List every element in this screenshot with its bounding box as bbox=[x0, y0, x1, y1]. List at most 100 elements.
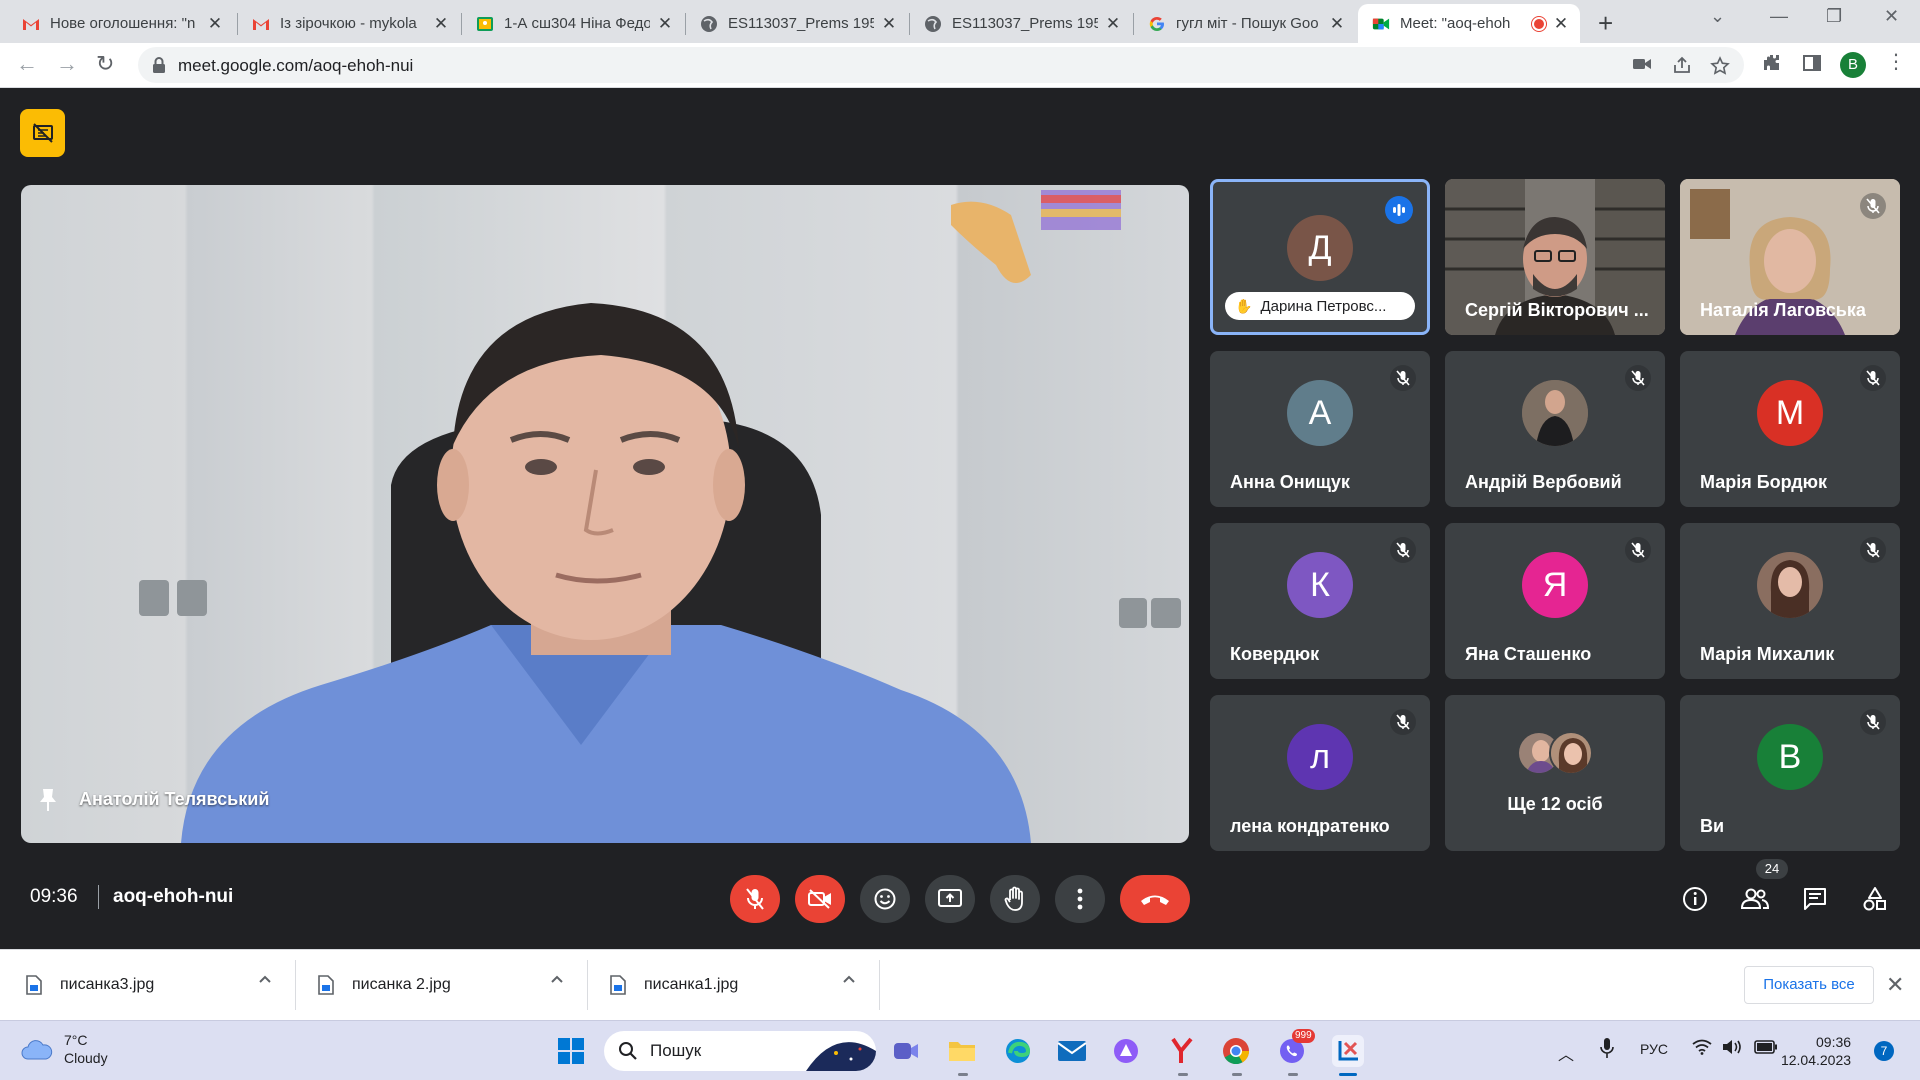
bookmark-star-icon[interactable] bbox=[1710, 56, 1730, 81]
taskbar-viber[interactable]: 999 bbox=[1276, 1029, 1315, 1067]
tab-es113037-2[interactable]: ES113037_Prems 195 ✕ bbox=[910, 4, 1132, 43]
edge-icon bbox=[1006, 1039, 1031, 1063]
download-item[interactable]: писанка1.jpg bbox=[610, 964, 738, 1006]
close-icon[interactable]: ✕ bbox=[206, 14, 224, 34]
present-screen-button[interactable] bbox=[925, 875, 975, 923]
more-participants-tile[interactable]: Ще 12 осіб bbox=[1445, 695, 1665, 851]
profile-avatar[interactable]: B bbox=[1840, 52, 1866, 78]
gmail-icon bbox=[22, 15, 40, 33]
minimize-button[interactable]: — bbox=[1770, 6, 1788, 27]
extensions-icon[interactable] bbox=[1762, 53, 1782, 78]
close-icon[interactable]: ✕ bbox=[656, 14, 674, 34]
volume-icon[interactable] bbox=[1722, 1039, 1744, 1058]
close-downloads-icon[interactable]: ✕ bbox=[1886, 972, 1904, 998]
leave-call-button[interactable] bbox=[1120, 875, 1190, 923]
taskbar-edge[interactable] bbox=[1002, 1035, 1034, 1067]
running-indicator bbox=[958, 1073, 968, 1076]
tab-meet-active[interactable]: Meet: "aoq-ehoh ✕ bbox=[1358, 4, 1580, 43]
close-icon[interactable]: ✕ bbox=[1104, 14, 1122, 34]
show-all-downloads-button[interactable]: Показать все bbox=[1744, 966, 1874, 1004]
address-bar[interactable]: meet.google.com/aoq-ehoh-nui bbox=[138, 47, 1744, 83]
tab-es113037-1[interactable]: ES113037_Prems 195 ✕ bbox=[686, 4, 908, 43]
chat-button[interactable] bbox=[1799, 883, 1831, 915]
close-icon[interactable]: ✕ bbox=[1328, 14, 1346, 34]
meeting-details-button[interactable] bbox=[1679, 883, 1711, 915]
browser-toolbar: ← → ↻ meet.google.com/aoq-ehoh-nui B ⋮ bbox=[0, 43, 1920, 88]
close-icon[interactable]: ✕ bbox=[432, 14, 450, 34]
reactions-button[interactable] bbox=[860, 875, 910, 923]
participant-tile-you[interactable]: B Ви bbox=[1680, 695, 1900, 851]
participant-tile-sergiy[interactable]: Сергій Вікторович ... bbox=[1445, 179, 1665, 335]
activities-button[interactable] bbox=[1859, 883, 1891, 915]
system-clock[interactable]: 09:36 12.04.2023 bbox=[1781, 1033, 1851, 1069]
tab-search-icon[interactable]: ⌄ bbox=[1710, 6, 1725, 27]
participant-tile-koverdyuk[interactable]: К Ковердюк bbox=[1210, 523, 1430, 679]
tab-gmail-new-announcement[interactable]: Нове оголошення: "n ✕ bbox=[8, 4, 234, 43]
input-language[interactable]: РУС bbox=[1640, 1041, 1668, 1057]
taskbar-yandex[interactable] bbox=[1166, 1035, 1198, 1067]
forward-button[interactable]: → bbox=[56, 51, 78, 77]
participant-tile-maria-b[interactable]: М Марія Бордюк bbox=[1680, 351, 1900, 507]
tab-classroom[interactable]: 1-А сш304 Ніна Федо ✕ bbox=[462, 4, 684, 43]
taskbar-chrome[interactable] bbox=[1220, 1035, 1252, 1067]
search-placeholder: Пошук bbox=[650, 1041, 702, 1060]
tab-google-search[interactable]: гугл міт - Пошук Goo ✕ bbox=[1134, 4, 1356, 43]
pin-icon[interactable] bbox=[37, 787, 59, 818]
participant-name: Анна Онищук bbox=[1230, 472, 1350, 492]
reload-button[interactable]: ↻ bbox=[96, 51, 114, 77]
new-tab-button[interactable]: + bbox=[1598, 8, 1613, 39]
mic-off-icon bbox=[746, 888, 764, 910]
tab-gmail-starred[interactable]: Із зірочкою - mykola ✕ bbox=[238, 4, 460, 43]
tray-overflow-icon[interactable]: ︿ bbox=[1558, 1041, 1574, 1065]
divider bbox=[879, 960, 880, 1010]
participant-tile-yana[interactable]: Я Яна Сташенко bbox=[1445, 523, 1665, 679]
taskbar-snipping-tool[interactable] bbox=[1332, 1035, 1364, 1067]
battery-icon[interactable] bbox=[1754, 1040, 1778, 1057]
back-button[interactable]: ← bbox=[16, 51, 38, 77]
close-icon[interactable]: ✕ bbox=[880, 14, 898, 34]
more-vert-icon bbox=[1077, 888, 1083, 910]
taskbar-mail[interactable] bbox=[1056, 1035, 1088, 1067]
close-window-button[interactable]: ✕ bbox=[1884, 6, 1899, 27]
chrome-menu-icon[interactable]: ⋮ bbox=[1886, 49, 1906, 74]
tab-title: Нове оголошення: "n bbox=[50, 15, 196, 32]
camera-in-use-icon[interactable] bbox=[1632, 56, 1652, 77]
participants-button[interactable] bbox=[1739, 883, 1771, 915]
muted-mic-icon bbox=[1390, 365, 1416, 391]
wifi-icon[interactable] bbox=[1692, 1039, 1712, 1058]
raise-hand-button[interactable] bbox=[990, 875, 1040, 923]
participant-tile-darina[interactable]: Д ✋ Дарина Петровс... bbox=[1210, 179, 1430, 335]
start-button[interactable] bbox=[555, 1035, 587, 1067]
microphone-tray-icon[interactable] bbox=[1600, 1037, 1614, 1062]
more-participants-label: Ще 12 осіб bbox=[1507, 794, 1603, 814]
restore-button[interactable]: ❐ bbox=[1826, 6, 1842, 27]
camera-toggle-button[interactable] bbox=[795, 875, 845, 923]
participant-tile-maria-m[interactable]: Марія Михалик bbox=[1680, 523, 1900, 679]
chevron-up-icon[interactable] bbox=[258, 974, 272, 984]
participant-tile-lena[interactable]: л лена кондратенко bbox=[1210, 695, 1430, 851]
download-item[interactable]: писанка3.jpg bbox=[26, 964, 154, 1006]
search-highlight-icon bbox=[806, 1042, 876, 1071]
presentation-info-icon[interactable] bbox=[20, 109, 65, 157]
download-item[interactable]: писанка 2.jpg bbox=[318, 964, 451, 1006]
side-panel-icon[interactable] bbox=[1802, 53, 1822, 78]
camera-off-icon bbox=[808, 889, 831, 909]
main-speaker-video[interactable]: Анатолій Телявський bbox=[21, 185, 1189, 843]
taskbar-meet-app[interactable] bbox=[890, 1035, 922, 1067]
share-icon[interactable] bbox=[1672, 56, 1692, 79]
chevron-up-icon[interactable] bbox=[842, 974, 856, 984]
divider bbox=[98, 885, 99, 909]
taskbar-app-purple[interactable] bbox=[1110, 1035, 1142, 1067]
taskbar-file-explorer[interactable] bbox=[946, 1035, 978, 1067]
windows-logo-icon bbox=[558, 1038, 584, 1064]
notification-count-badge[interactable]: 7 bbox=[1874, 1041, 1894, 1061]
more-options-button[interactable] bbox=[1055, 875, 1105, 923]
mic-toggle-button[interactable] bbox=[730, 875, 780, 923]
close-icon[interactable]: ✕ bbox=[1552, 14, 1570, 34]
participant-tile-anna[interactable]: А Анна Онищук bbox=[1210, 351, 1430, 507]
chevron-up-icon[interactable] bbox=[550, 974, 564, 984]
participant-tile-andriy[interactable]: Андрій Вербовий bbox=[1445, 351, 1665, 507]
taskbar-search-box[interactable]: Пошук bbox=[604, 1031, 876, 1071]
participant-tile-natalia[interactable]: Наталія Лаговська bbox=[1680, 179, 1900, 335]
weather-widget[interactable]: 7°C Cloudy bbox=[20, 1031, 108, 1067]
